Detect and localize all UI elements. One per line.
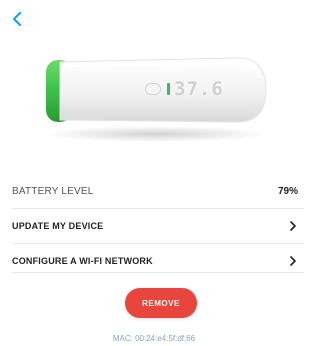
battery-level-value: 79% xyxy=(277,185,298,197)
back-button[interactable] xyxy=(6,8,28,30)
device-image: 37.6 xyxy=(0,34,308,154)
battery-level-row: BATTERY LEVEL 79% xyxy=(12,174,304,208)
temperature-reading: 37.6 xyxy=(174,78,224,100)
update-device-row[interactable]: UPDATE MY DEVICE xyxy=(12,209,304,243)
divider xyxy=(12,272,304,273)
chevron-left-icon xyxy=(12,12,22,26)
remove-button[interactable]: REMOVE xyxy=(125,288,197,318)
display-indicator-icon xyxy=(145,83,161,95)
mac-address: MAC: 00:24:e4:5f:df:66 xyxy=(112,334,196,343)
device-display: 37.6 xyxy=(145,76,225,102)
battery-level-label: BATTERY LEVEL xyxy=(12,185,94,197)
chevron-right-icon xyxy=(290,256,296,266)
update-device-label: UPDATE MY DEVICE xyxy=(12,221,104,231)
configure-wifi-label: CONFIGURE A WI-FI NETWORK xyxy=(12,256,153,266)
status-led xyxy=(167,83,170,95)
chevron-right-icon xyxy=(290,221,296,231)
